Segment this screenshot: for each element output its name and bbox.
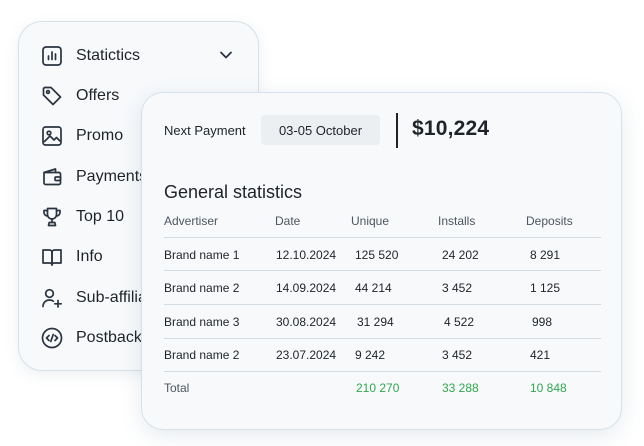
cell-advertiser: Brand name 2 xyxy=(164,281,240,295)
total-unique: 210 270 xyxy=(356,381,400,395)
trophy-icon xyxy=(41,206,63,228)
cell-unique: 125 520 xyxy=(355,248,399,262)
payment-amount: $10,224 xyxy=(412,117,490,140)
cell-installs: 24 202 xyxy=(442,248,479,262)
cell-unique: 9 242 xyxy=(355,348,386,362)
cell-date: 23.07.2024 xyxy=(276,348,337,362)
nav-label-offers: Offers xyxy=(76,87,120,104)
cell-installs: 3 452 xyxy=(442,348,473,362)
table-divider xyxy=(164,338,601,339)
total-deposits: 10 848 xyxy=(530,381,567,395)
table-divider xyxy=(164,270,601,271)
code-icon xyxy=(41,327,63,349)
cell-advertiser: Brand name 2 xyxy=(164,348,240,362)
cell-deposits: 1 125 xyxy=(530,281,561,295)
user-add-icon xyxy=(41,287,63,309)
col-header-installs: Installs xyxy=(438,214,476,228)
nav-label-info: Info xyxy=(76,248,103,265)
cell-date: 14.09.2024 xyxy=(276,281,337,295)
cell-deposits: 421 xyxy=(530,348,551,362)
total-label: Total xyxy=(164,381,190,395)
wallet-icon xyxy=(41,166,63,188)
chevron-down-icon[interactable] xyxy=(217,46,235,64)
cell-unique: 31 294 xyxy=(357,315,394,329)
cell-date: 30.08.2024 xyxy=(276,315,337,329)
next-payment-date[interactable]: 03-05 October xyxy=(261,115,380,145)
cell-date: 12.10.2024 xyxy=(276,248,337,262)
image-icon xyxy=(41,125,63,147)
next-payment-label: Next Payment xyxy=(164,123,246,138)
col-header-unique: Unique xyxy=(351,214,390,228)
cell-unique: 44 214 xyxy=(355,281,392,295)
table-divider xyxy=(164,237,601,238)
cell-deposits: 998 xyxy=(532,315,553,329)
table-divider xyxy=(164,304,601,305)
cell-installs: 4 522 xyxy=(444,315,475,329)
nav-label-statistics: Statictics xyxy=(76,47,141,64)
nav-label-promo: Promo xyxy=(76,127,124,144)
col-header-advertiser: Advertiser xyxy=(164,214,219,228)
col-header-deposits: Deposits xyxy=(526,214,573,228)
statistics-panel: Next Payment 03-05 October $10,224 Gener… xyxy=(141,92,622,430)
col-header-date: Date xyxy=(275,214,301,228)
nav-label-postback: Postback xyxy=(76,329,142,346)
book-icon xyxy=(41,246,63,268)
cell-advertiser: Brand name 3 xyxy=(164,315,240,329)
nav-label-top10: Top 10 xyxy=(76,208,125,225)
nav-label-payments: Payments xyxy=(76,168,148,185)
table-divider xyxy=(164,371,601,372)
cell-advertiser: Brand name 1 xyxy=(164,248,240,262)
total-installs: 33 288 xyxy=(442,381,479,395)
cell-deposits: 8 291 xyxy=(530,248,561,262)
cell-installs: 3 452 xyxy=(442,281,473,295)
vertical-divider xyxy=(396,113,398,148)
bar-chart-icon xyxy=(41,45,63,67)
section-title: General statistics xyxy=(164,182,303,202)
tag-icon xyxy=(41,85,63,107)
